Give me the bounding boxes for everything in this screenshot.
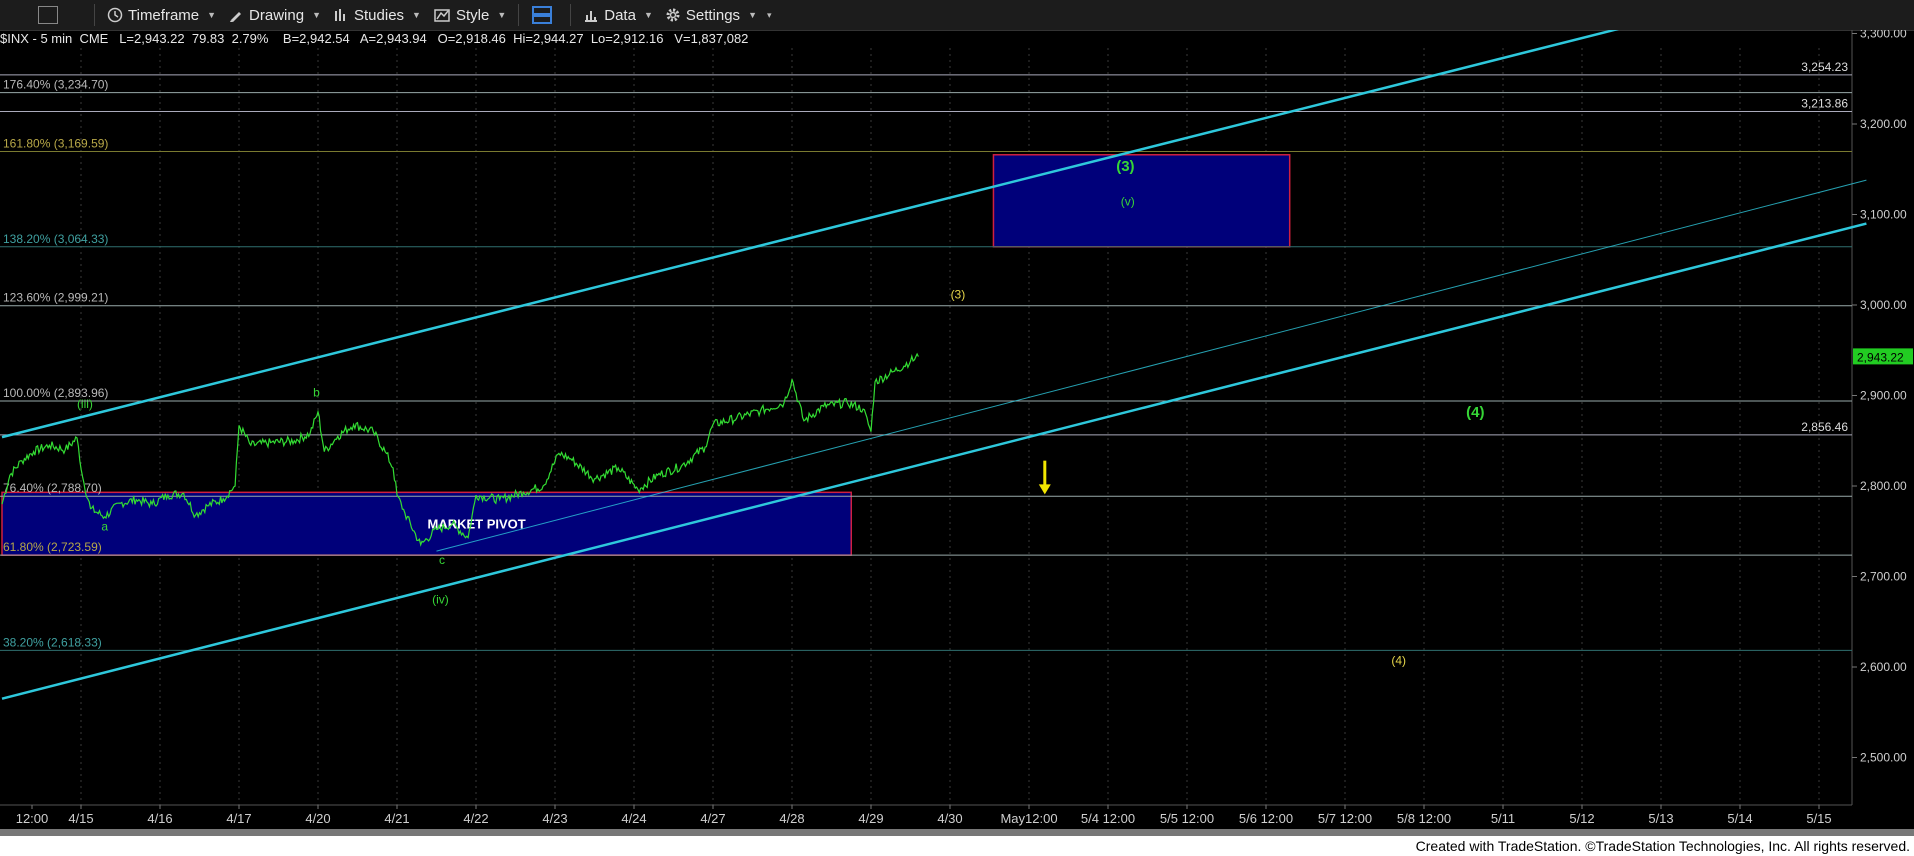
y-tick-label: 2,500.00 bbox=[1860, 751, 1907, 765]
x-tick-label: 5/7 12:00 bbox=[1318, 811, 1372, 826]
x-tick-label: 4/27 bbox=[700, 811, 725, 826]
settings-label: Settings bbox=[685, 6, 741, 24]
price-level-label: 3,254.23 bbox=[1801, 60, 1848, 74]
gear-icon bbox=[666, 8, 680, 22]
studies-menu[interactable]: Studies ▼ bbox=[327, 0, 427, 30]
data-label: Data bbox=[604, 6, 636, 24]
x-tick-label: 5/5 12:00 bbox=[1160, 811, 1214, 826]
x-tick-label: 5/8 12:00 bbox=[1397, 811, 1451, 826]
chevron-down-icon: ▼ bbox=[643, 10, 653, 20]
channel-line bbox=[1, 30, 1620, 439]
wave-label: (iv) bbox=[432, 593, 449, 607]
studies-icon bbox=[335, 9, 345, 21]
y-tick-label: 2,700.00 bbox=[1860, 570, 1907, 584]
wave-label: (v) bbox=[1121, 194, 1135, 208]
x-tick-label: 4/23 bbox=[542, 811, 567, 826]
horizontal-scrollbar[interactable] bbox=[0, 829, 1914, 836]
wave-label: (4) bbox=[1466, 404, 1484, 421]
style-label: Style bbox=[455, 6, 490, 24]
x-tick-label: 5/13 bbox=[1648, 811, 1673, 826]
overflow-icon: ▾ bbox=[766, 9, 772, 20]
y-tick-label: 3,100.00 bbox=[1860, 208, 1907, 222]
x-tick-label: 5/11 bbox=[1491, 811, 1515, 826]
symbol-info-bar: $INX - 5 min CME L=2,943.22 79.83 2.79% … bbox=[0, 31, 749, 46]
x-tick-label: 4/21 bbox=[384, 811, 409, 826]
toolbar: Timeframe ▼ Drawing ▼ Studies ▼ Style ▼ … bbox=[0, 0, 1914, 31]
wave-label: (3) bbox=[1116, 158, 1134, 175]
timeframe-menu[interactable]: Timeframe ▼ bbox=[101, 0, 222, 30]
wave-label: (4) bbox=[1391, 653, 1406, 667]
down-arrow-icon bbox=[1038, 484, 1051, 495]
drawing-menu[interactable]: Drawing ▼ bbox=[222, 0, 327, 30]
settings-menu[interactable]: Settings ▼ ▾ bbox=[659, 0, 778, 30]
channel-line bbox=[1, 222, 1867, 700]
drawing-label: Drawing bbox=[249, 6, 305, 24]
chevron-down-icon: ▼ bbox=[412, 10, 421, 20]
price-chart[interactable]: MARKET PIVOT176.40% (3,234.70)161.80% (3… bbox=[0, 30, 1914, 829]
style-icon bbox=[434, 9, 450, 22]
fib-level-label: 38.20% (2,618.33) bbox=[3, 635, 102, 649]
x-tick-label: 12:00 bbox=[16, 811, 49, 826]
y-tick-label: 2,800.00 bbox=[1860, 479, 1907, 493]
x-tick-label: 4/20 bbox=[305, 811, 330, 826]
toolbar-divider bbox=[518, 4, 520, 26]
price-level-label: 2,856.46 bbox=[1801, 420, 1848, 434]
x-tick-label: 4/30 bbox=[937, 811, 962, 826]
x-tick-label: 4/17 bbox=[226, 811, 251, 826]
x-tick-label: 5/4 12:00 bbox=[1081, 811, 1135, 826]
chevron-down-icon: ▼ bbox=[497, 10, 507, 20]
y-tick-label: 3,200.00 bbox=[1860, 117, 1907, 131]
x-tick-label: 4/24 bbox=[621, 811, 646, 826]
y-tick-label: 2,900.00 bbox=[1860, 389, 1907, 403]
timeframe-label: Timeframe bbox=[128, 6, 200, 24]
chevron-down-icon: ▼ bbox=[207, 10, 217, 20]
fib-level-label: 76.40% (2,788.70) bbox=[3, 481, 102, 495]
wave-label: b bbox=[313, 385, 320, 399]
fib-level-label: 138.20% (3,064.33) bbox=[3, 232, 108, 246]
x-tick-label: 5/14 bbox=[1727, 811, 1752, 826]
toolbar-divider bbox=[94, 4, 95, 26]
window-icon[interactable] bbox=[38, 6, 58, 24]
y-tick-label: 3,000.00 bbox=[1860, 298, 1907, 312]
x-tick-label: 4/15 bbox=[68, 811, 93, 826]
x-tick-label: May12:00 bbox=[1000, 811, 1057, 826]
target-box bbox=[992, 154, 1291, 248]
x-tick-label: 4/16 bbox=[147, 811, 172, 826]
chevron-down-icon: ▼ bbox=[312, 10, 321, 20]
y-tick-label: 3,300.00 bbox=[1860, 30, 1907, 41]
last-price-label: 2,943.22 bbox=[1857, 350, 1904, 364]
fib-level-label: 61.80% (2,723.59) bbox=[3, 540, 102, 554]
wave-label: (3) bbox=[951, 288, 966, 302]
fib-level-label: 123.60% (2,999.21) bbox=[3, 291, 108, 305]
bar-chart-icon bbox=[585, 11, 598, 22]
data-menu[interactable]: Data ▼ bbox=[577, 0, 659, 30]
chevron-down-icon: ▼ bbox=[748, 10, 757, 20]
fib-level-label: 161.80% (3,169.59) bbox=[3, 137, 108, 151]
x-tick-label: 5/15 bbox=[1806, 811, 1831, 826]
x-tick-label: 4/29 bbox=[858, 811, 883, 826]
toolbar-divider bbox=[570, 4, 572, 26]
wave-label: c bbox=[439, 553, 445, 567]
layout-button[interactable] bbox=[525, 0, 564, 30]
style-menu[interactable]: Style ▼ bbox=[427, 0, 512, 30]
clock-icon bbox=[107, 7, 123, 23]
studies-label: Studies bbox=[354, 6, 405, 24]
wave-label: a bbox=[101, 519, 108, 533]
x-tick-label: 5/12 bbox=[1569, 811, 1594, 826]
x-tick-label: 4/28 bbox=[779, 811, 804, 826]
pencil-icon bbox=[230, 12, 242, 22]
x-tick-label: 4/22 bbox=[463, 811, 488, 826]
price-level-label: 3,213.86 bbox=[1801, 96, 1848, 110]
copyright-text: Created with TradeStation. ©TradeStation… bbox=[1415, 838, 1910, 854]
x-tick-label: 5/6 12:00 bbox=[1239, 811, 1293, 826]
wave-label: (iii) bbox=[77, 397, 93, 411]
fib-level-label: 176.40% (3,234.70) bbox=[3, 78, 108, 92]
layout-icon bbox=[532, 6, 553, 24]
y-tick-label: 2,600.00 bbox=[1860, 660, 1907, 674]
copyright-footer: Created with TradeStation. ©TradeStation… bbox=[0, 836, 1914, 856]
